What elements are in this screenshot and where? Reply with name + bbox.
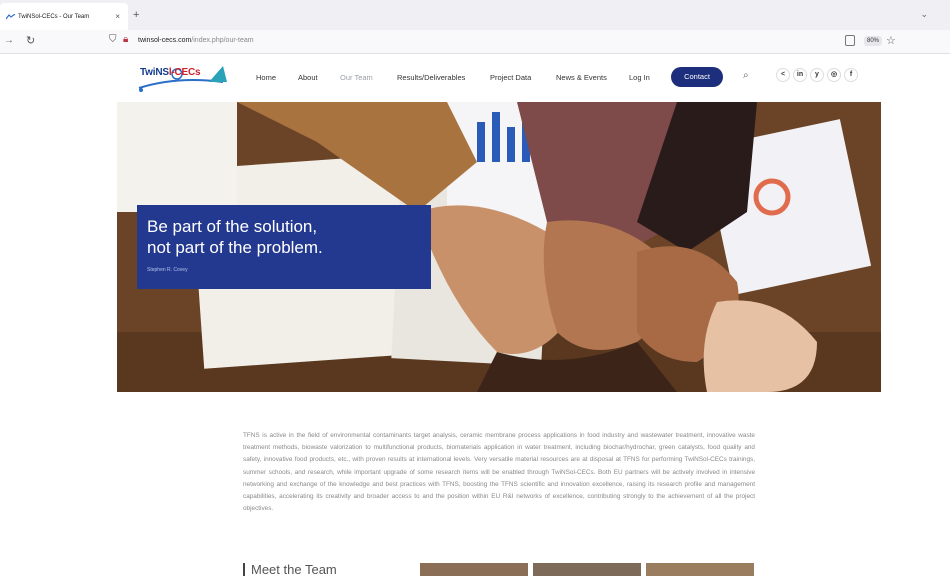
facebook-icon[interactable]: f [844,68,858,82]
team-heading: Meet the Team [243,563,337,576]
nav-about[interactable]: About [298,73,318,82]
site-header: TwiNS​l-CECs Home About Our Team Results… [0,54,950,102]
bookmark-star-icon[interactable]: ☆ [886,34,896,47]
nav-news-events[interactable]: News & Events [556,73,607,82]
about-paragraph: TFNS is active in the field of environme… [243,432,755,513]
instagram-icon[interactable]: ◎ [827,68,841,82]
logo-text: TwiNS​l-CECs [140,67,201,78]
reload-icon[interactable]: ↻ [26,34,35,47]
browser-tab[interactable]: TwiNSol-CECs - Our Team × [0,3,128,30]
url-field[interactable]: twinsol-cecs.com/index.php/our-team [138,37,254,44]
nav-our-team[interactable]: Our Team [340,73,373,82]
quote-author: Stephen R. Covey [147,267,188,273]
team-photo[interactable] [420,563,528,576]
browser-tab-bar: TwiNSol-CECs - Our Team × + ⌄ [0,0,950,30]
tab-list-chevron-icon[interactable]: ⌄ [920,9,928,20]
quote-line-1: Be part of the solution, [147,217,318,236]
quote-line-2: not part of the problem. [147,238,323,257]
tab-close-icon[interactable]: × [115,12,120,21]
zoom-level-badge[interactable]: 80% [864,36,883,46]
share-icon[interactable]: < [776,68,790,82]
nav-log-in[interactable]: Log In [629,73,650,82]
forward-arrow-icon[interactable]: → [4,35,14,46]
team-photo[interactable] [533,563,641,576]
search-icon[interactable]: ⌕ [743,70,749,81]
browser-url-bar: → ↻ ⛉ 🔒︎ twinsol-cecs.com/index.php/our-… [0,30,950,54]
quote-box: Be part of the solution, not part of the… [137,205,431,289]
tab-title: TwiNSol-CECs - Our Team [18,13,90,20]
lock-icon[interactable]: 🔒︎ [123,34,128,45]
new-tab-button[interactable]: + [133,9,139,21]
team-photo[interactable] [646,563,754,576]
linkedin-icon[interactable]: in [793,68,807,82]
nav-home[interactable]: Home [256,73,276,82]
contact-button[interactable]: Contact [671,67,723,87]
tracking-shield-icon[interactable]: ⛉ [109,34,117,45]
reader-view-icon[interactable] [845,35,855,46]
nav-results-deliverables[interactable]: Results/Deliverables [397,73,465,82]
nav-project-data[interactable]: Project Data [490,73,531,82]
site-favicon-icon [5,13,16,20]
twitter-icon[interactable]: y [810,68,824,82]
site-logo[interactable]: TwiNS​l-CECs [137,62,232,94]
